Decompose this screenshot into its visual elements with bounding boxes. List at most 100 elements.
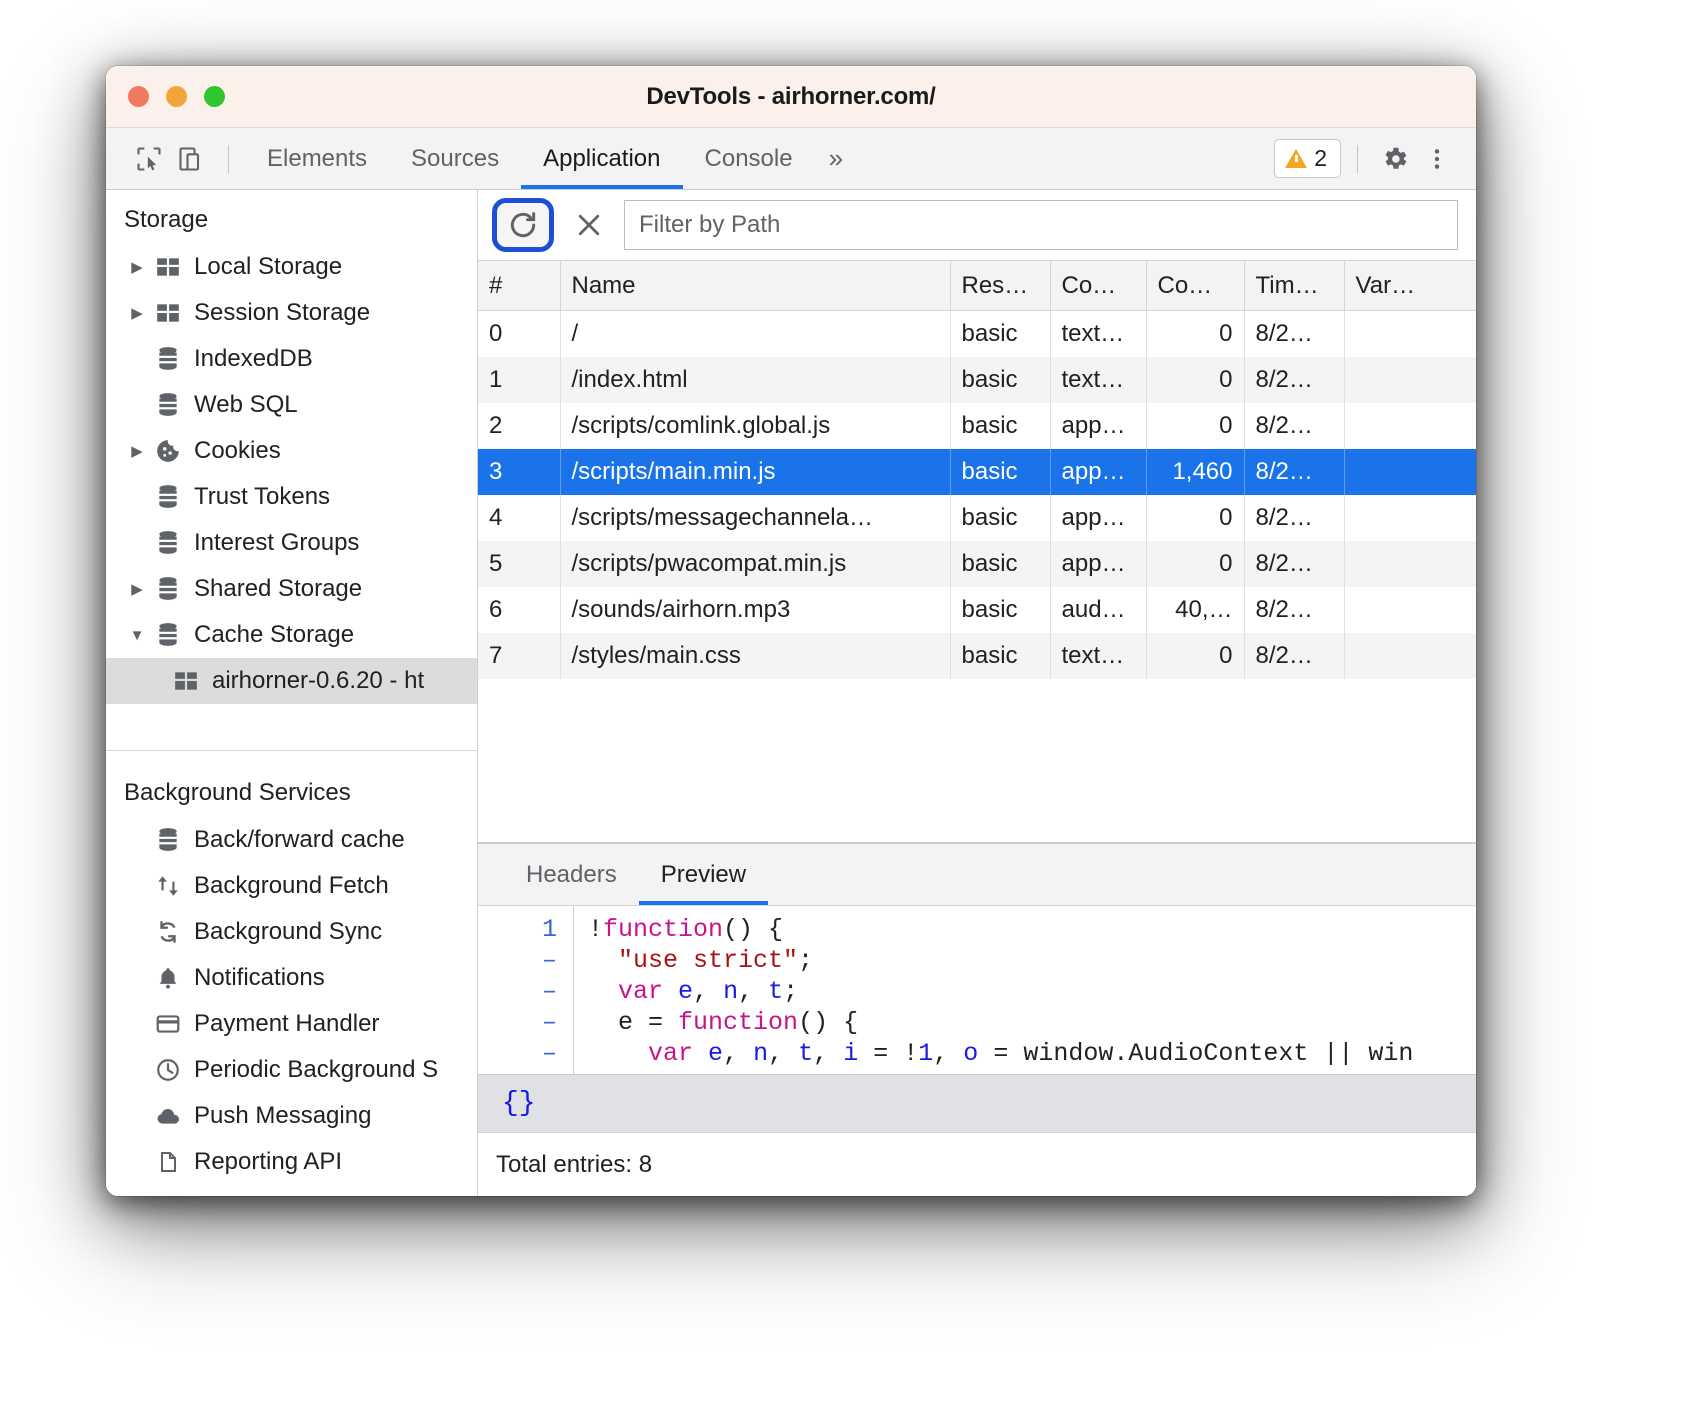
cell-name: /: [560, 311, 950, 357]
sidebar-item-back-forward-cache[interactable]: Back/forward cache: [106, 817, 477, 863]
chevron-right-icon[interactable]: ▶: [124, 442, 150, 460]
column-header-vary[interactable]: Var…: [1344, 261, 1476, 311]
database-icon: [150, 622, 186, 648]
sidebar-item-web-sql[interactable]: Web SQL: [106, 382, 477, 428]
application-sidebar: Storage ▶ Local Storage ▶ Session Storag…: [106, 190, 478, 1196]
cell-time-cached: 8/2…: [1244, 633, 1344, 679]
tab-elements[interactable]: Elements: [245, 128, 389, 189]
json-preview-bar[interactable]: {}: [478, 1074, 1476, 1132]
sidebar-item-background-fetch[interactable]: Background Fetch: [106, 863, 477, 909]
up-down-arrows-icon: [150, 873, 186, 899]
sidebar-item-local-storage[interactable]: ▶ Local Storage: [106, 244, 477, 290]
table-row[interactable]: 2 /scripts/comlink.global.js basic app… …: [478, 403, 1476, 449]
warning-badge[interactable]: 2: [1274, 139, 1341, 178]
line-number-gutter: 1 – – – –: [478, 906, 574, 1074]
sidebar-item-cache-storage[interactable]: ▼ Cache Storage: [106, 612, 477, 658]
cell-index: 7: [478, 633, 560, 679]
tab-preview[interactable]: Preview: [639, 844, 768, 905]
sidebar-item-periodic-background-sync[interactable]: Periodic Background S: [106, 1047, 477, 1093]
chevron-down-icon[interactable]: ▼: [124, 627, 150, 644]
cell-index: 5: [478, 541, 560, 587]
filter-input[interactable]: [624, 200, 1458, 250]
tab-headers[interactable]: Headers: [504, 844, 639, 905]
cell-content-type: app…: [1050, 495, 1146, 541]
database-icon: [150, 827, 186, 853]
sidebar-item-label: IndexedDB: [194, 345, 313, 373]
devtools-body: Storage ▶ Local Storage ▶ Session Storag…: [106, 190, 1476, 1196]
database-icon: [150, 530, 186, 556]
devtools-window: DevTools - airhorner.com/ Elements Sourc…: [106, 66, 1476, 1196]
sidebar-item-background-sync[interactable]: Background Sync: [106, 909, 477, 955]
tab-console[interactable]: Console: [683, 128, 815, 189]
sidebar-item-push-messaging[interactable]: Push Messaging: [106, 1093, 477, 1139]
sidebar-item-label: Web SQL: [194, 391, 298, 419]
status-bar: Total entries: 8: [478, 1132, 1476, 1196]
sidebar-item-indexeddb[interactable]: IndexedDB: [106, 336, 477, 382]
sidebar-item-session-storage[interactable]: ▶ Session Storage: [106, 290, 477, 336]
cell-name: /sounds/airhorn.mp3: [560, 587, 950, 633]
inspect-element-icon[interactable]: [128, 138, 170, 180]
cache-toolbar: [478, 190, 1476, 260]
table-row[interactable]: 1 /index.html basic text… 0 8/2…: [478, 357, 1476, 403]
tab-sources[interactable]: Sources: [389, 128, 521, 189]
cell-time-cached: 8/2…: [1244, 311, 1344, 357]
sidebar-item-label: Local Storage: [194, 253, 342, 281]
refresh-icon[interactable]: [492, 198, 554, 252]
sidebar-item-cookies[interactable]: ▶ Cookies: [106, 428, 477, 474]
chevron-right-icon[interactable]: ▶: [124, 580, 150, 598]
gear-icon[interactable]: [1374, 138, 1416, 180]
cell-index: 0: [478, 311, 560, 357]
clock-icon: [150, 1057, 186, 1083]
chevron-right-icon[interactable]: ▶: [124, 304, 150, 322]
column-header-time-cached[interactable]: Tim…: [1244, 261, 1344, 311]
sidebar-item-label: airhorner-0.6.20 - ht: [212, 667, 424, 695]
table-row-selected[interactable]: 3 /scripts/main.min.js basic app… 1,460 …: [478, 449, 1476, 495]
cell-index: 2: [478, 403, 560, 449]
column-header-response-type[interactable]: Res…: [950, 261, 1050, 311]
cell-response-type: basic: [950, 633, 1050, 679]
drawer-tabs: Headers Preview: [478, 844, 1476, 906]
column-header-index[interactable]: #: [478, 261, 560, 311]
cell-vary: [1344, 495, 1476, 541]
chevron-right-icon[interactable]: ▶: [124, 258, 150, 276]
column-header-content-type[interactable]: Co…: [1050, 261, 1146, 311]
table-row[interactable]: 0 / basic text… 0 8/2…: [478, 311, 1476, 357]
table-row[interactable]: 5 /scripts/pwacompat.min.js basic app… 0…: [478, 541, 1476, 587]
sidebar-item-payment-handler[interactable]: Payment Handler: [106, 1001, 477, 1047]
cell-vary: [1344, 311, 1476, 357]
database-icon: [150, 576, 186, 602]
sidebar-item-reporting-api[interactable]: Reporting API: [106, 1139, 477, 1185]
tab-application[interactable]: Application: [521, 128, 682, 189]
cell-time-cached: 8/2…: [1244, 495, 1344, 541]
cell-content-length: 0: [1146, 311, 1244, 357]
table-header-row: # Name Res… Co… Co… Tim… Var…: [478, 261, 1476, 311]
table-row[interactable]: 6 /sounds/airhorn.mp3 basic aud… 40,… 8/…: [478, 587, 1476, 633]
sidebar-item-label: Cookies: [194, 437, 281, 465]
sidebar-item-notifications[interactable]: Notifications: [106, 955, 477, 1001]
code-content[interactable]: !function() { "use strict"; var e, n, t;…: [574, 906, 1476, 1074]
credit-card-icon: [150, 1011, 186, 1037]
table-row[interactable]: 4 /scripts/messagechannela… basic app… 0…: [478, 495, 1476, 541]
kebab-menu-icon[interactable]: [1416, 138, 1458, 180]
sidebar-item-trust-tokens[interactable]: Trust Tokens: [106, 474, 477, 520]
sidebar-item-label: Payment Handler: [194, 1010, 379, 1038]
sidebar-item-shared-storage[interactable]: ▶ Shared Storage: [106, 566, 477, 612]
table-row[interactable]: 7 /styles/main.css basic text… 0 8/2…: [478, 633, 1476, 679]
sidebar-item-interest-groups[interactable]: Interest Groups: [106, 520, 477, 566]
cell-response-type: basic: [950, 495, 1050, 541]
sidebar-item-label: Shared Storage: [194, 575, 362, 603]
more-tabs-icon[interactable]: »: [815, 143, 857, 174]
cache-entries-table: # Name Res… Co… Co… Tim… Var… 0: [478, 260, 1476, 679]
cell-content-type: text…: [1050, 633, 1146, 679]
sidebar-item-airhorner-cache[interactable]: airhorner-0.6.20 - ht: [106, 658, 477, 704]
device-toolbar-icon[interactable]: [170, 138, 212, 180]
gutter-lines: 1 – – – –: [542, 915, 557, 1068]
warning-triangle-icon: [1285, 149, 1307, 168]
clear-x-icon[interactable]: [566, 202, 612, 248]
cell-content-length: 0: [1146, 403, 1244, 449]
devtools-toolbar: Elements Sources Application Console » 2: [106, 128, 1476, 190]
cell-index: 3: [478, 449, 560, 495]
column-header-content-length[interactable]: Co…: [1146, 261, 1244, 311]
cell-time-cached: 8/2…: [1244, 587, 1344, 633]
column-header-name[interactable]: Name: [560, 261, 950, 311]
